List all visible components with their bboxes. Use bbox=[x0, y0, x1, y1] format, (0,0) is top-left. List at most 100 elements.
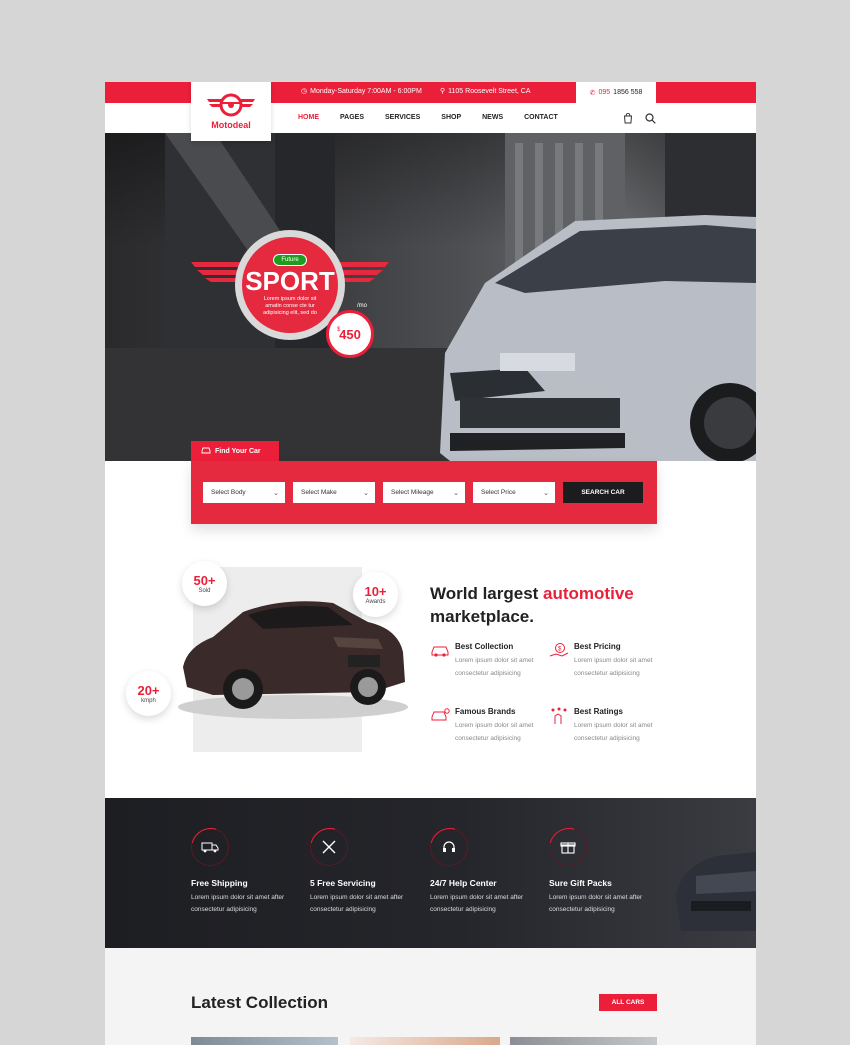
stat-sold-number: 50+ bbox=[193, 573, 216, 588]
address-info: ⚲ 1105 Roosevelt Street, CA bbox=[440, 87, 531, 96]
nav-item-news[interactable]: NEWS bbox=[482, 114, 503, 121]
chevron-down-icon: ⌄ bbox=[543, 489, 549, 497]
headset-icon bbox=[430, 828, 468, 866]
service-gift-packs: Sure Gift Packs Lorem ipsum dolor sit am… bbox=[549, 828, 664, 916]
svg-text:$: $ bbox=[558, 647, 562, 653]
location-pin-icon: ⚲ bbox=[440, 88, 446, 95]
select-make-dropdown[interactable]: Select Make ⌄ bbox=[293, 482, 375, 503]
select-make-value: Select Make bbox=[301, 489, 337, 496]
about-heading: World largest automotive marketplace. bbox=[430, 582, 670, 628]
page-frame: ◷ Monday-Saturday 7:00AM - 6:00PM ⚲ 1105… bbox=[105, 82, 756, 1045]
band-car-image bbox=[676, 852, 756, 931]
sport-badge: Future SPORT Lorem ipsum dolor sit amati… bbox=[191, 230, 389, 358]
car-icon bbox=[430, 642, 450, 662]
service-title: 5 Free Servicing bbox=[310, 878, 376, 888]
stat-speed-label: kmph bbox=[141, 698, 156, 704]
feature-title: Best Ratings bbox=[574, 707, 623, 716]
service-help-center: 24/7 Help Center Lorem ipsum dolor sit a… bbox=[430, 828, 545, 916]
service-title: 24/7 Help Center bbox=[430, 878, 497, 888]
stat-sold: 50+ Sold bbox=[182, 561, 227, 606]
nav-menu: HOME PAGES SERVICES SHOP NEWS CONTACT bbox=[298, 114, 579, 121]
all-cars-button[interactable]: ALL CARS bbox=[599, 994, 657, 1011]
phone-icon: ✆ bbox=[589, 89, 596, 97]
delivery-truck-icon bbox=[191, 828, 229, 866]
address-text: 1105 Roosevelt Street, CA bbox=[448, 87, 531, 95]
latest-collection-title: Latest Collection bbox=[191, 993, 328, 1012]
nav-item-home[interactable]: HOME bbox=[298, 114, 319, 121]
stat-speed: 20+ kmph bbox=[126, 671, 171, 716]
price-badge: /mo $ 450 bbox=[326, 303, 374, 358]
feature-text: Lorem ipsum dolor sit amet consectetur a… bbox=[574, 722, 653, 742]
service-text: Lorem ipsum dolor sit amet after consect… bbox=[310, 894, 404, 913]
feature-text: Lorem ipsum dolor sit amet consectetur a… bbox=[455, 657, 534, 677]
badge-inner: Future SPORT Lorem ipsum dolor sit amati… bbox=[242, 237, 338, 333]
nav-icons bbox=[623, 111, 656, 129]
services-band: Free Shipping Lorem ipsum dolor sit amet… bbox=[105, 798, 756, 948]
search-icon[interactable] bbox=[645, 111, 656, 129]
service-text: Lorem ipsum dolor sit amet after consect… bbox=[191, 894, 285, 913]
service-text: Lorem ipsum dolor sit amet after consect… bbox=[430, 894, 524, 913]
future-tag: Future bbox=[273, 253, 307, 266]
feature-text: Lorem ipsum dolor sit amet consectetur a… bbox=[455, 722, 534, 742]
feature-title: Best Collection bbox=[455, 642, 514, 651]
service-title: Sure Gift Packs bbox=[549, 878, 612, 888]
hours-info: ◷ Monday-Saturday 7:00AM - 6:00PM bbox=[301, 87, 422, 96]
nav-item-contact[interactable]: CONTACT bbox=[524, 114, 558, 121]
feature-title: Famous Brands bbox=[455, 707, 516, 716]
service-free-shipping: Free Shipping Lorem ipsum dolor sit amet… bbox=[191, 828, 306, 916]
stat-speed-number: 20+ bbox=[137, 683, 160, 698]
steering-wheel-logo-icon bbox=[207, 93, 255, 117]
collection-thumb[interactable] bbox=[191, 1037, 338, 1045]
car-search-form: Select Body ⌄ Select Make ⌄ Select Milea… bbox=[191, 461, 657, 524]
stat-awards-number: 10+ bbox=[364, 584, 387, 599]
cart-icon[interactable] bbox=[623, 111, 633, 129]
service-title: Free Shipping bbox=[191, 878, 248, 888]
service-text: Lorem ipsum dolor sit amet after consect… bbox=[549, 894, 643, 913]
clock-icon: ◷ bbox=[301, 88, 308, 95]
chevron-down-icon: ⌄ bbox=[363, 489, 369, 497]
price-period: /mo bbox=[357, 303, 368, 309]
search-car-button[interactable]: SEARCH CAR bbox=[563, 482, 643, 503]
feature-title: Best Pricing bbox=[574, 642, 621, 651]
brand-logo[interactable]: Motodeal bbox=[191, 82, 271, 141]
feature-text: Lorem ipsum dolor sit amet consectetur a… bbox=[574, 657, 653, 677]
nav-item-pages[interactable]: PAGES bbox=[340, 114, 364, 121]
stat-sold-label: Sold bbox=[198, 588, 211, 594]
select-mileage-value: Select Mileage bbox=[391, 489, 434, 496]
price-currency: $ bbox=[337, 327, 341, 333]
phone-prefix: 095 bbox=[598, 89, 611, 96]
brand-name: Motodeal bbox=[211, 120, 251, 130]
select-body-dropdown[interactable]: Select Body ⌄ bbox=[203, 482, 285, 503]
gift-icon bbox=[549, 828, 587, 866]
nav-item-services[interactable]: SERVICES bbox=[385, 114, 420, 121]
price-tag-icon: $ bbox=[549, 642, 569, 662]
hours-text: Monday-Saturday 7:00AM - 6:00PM bbox=[310, 87, 422, 95]
tools-icon bbox=[310, 828, 348, 866]
collection-thumb[interactable] bbox=[350, 1037, 500, 1045]
select-price-value: Select Price bbox=[481, 489, 516, 496]
hero-subtext: Lorem ipsum dolor sit amatin conse cte t… bbox=[263, 295, 317, 316]
select-mileage-dropdown[interactable]: Select Mileage ⌄ bbox=[383, 482, 465, 503]
latest-collection-section: Latest Collection ALL CARS bbox=[105, 948, 756, 1045]
price-value: 450 bbox=[339, 326, 361, 342]
phone-box[interactable]: ✆ 095 1856 558 bbox=[576, 82, 656, 103]
stat-awards: 10+ Awards bbox=[353, 572, 398, 617]
service-free-servicing: 5 Free Servicing Lorem ipsum dolor sit a… bbox=[310, 828, 425, 916]
collection-thumb[interactable] bbox=[510, 1037, 657, 1045]
about-title-start: World largest bbox=[430, 584, 544, 603]
car-key-icon bbox=[430, 707, 450, 727]
select-price-dropdown[interactable]: Select Price ⌄ bbox=[473, 482, 555, 503]
select-body-value: Select Body bbox=[211, 489, 246, 496]
stat-awards-label: Awards bbox=[365, 599, 386, 605]
find-your-car-tab[interactable]: Find Your Car bbox=[191, 441, 279, 461]
chevron-down-icon: ⌄ bbox=[453, 489, 459, 497]
phone-number: 1856 558 bbox=[613, 89, 643, 96]
about-title-end: marketplace. bbox=[430, 607, 534, 626]
about-title-highlight: automotive bbox=[543, 584, 634, 603]
nav-item-shop[interactable]: SHOP bbox=[441, 114, 461, 121]
hero-headline: SPORT bbox=[245, 265, 335, 296]
rating-hand-icon bbox=[549, 707, 569, 727]
find-your-car-label: Find Your Car bbox=[215, 447, 261, 455]
car-icon bbox=[201, 446, 211, 456]
chevron-down-icon: ⌄ bbox=[273, 489, 279, 497]
